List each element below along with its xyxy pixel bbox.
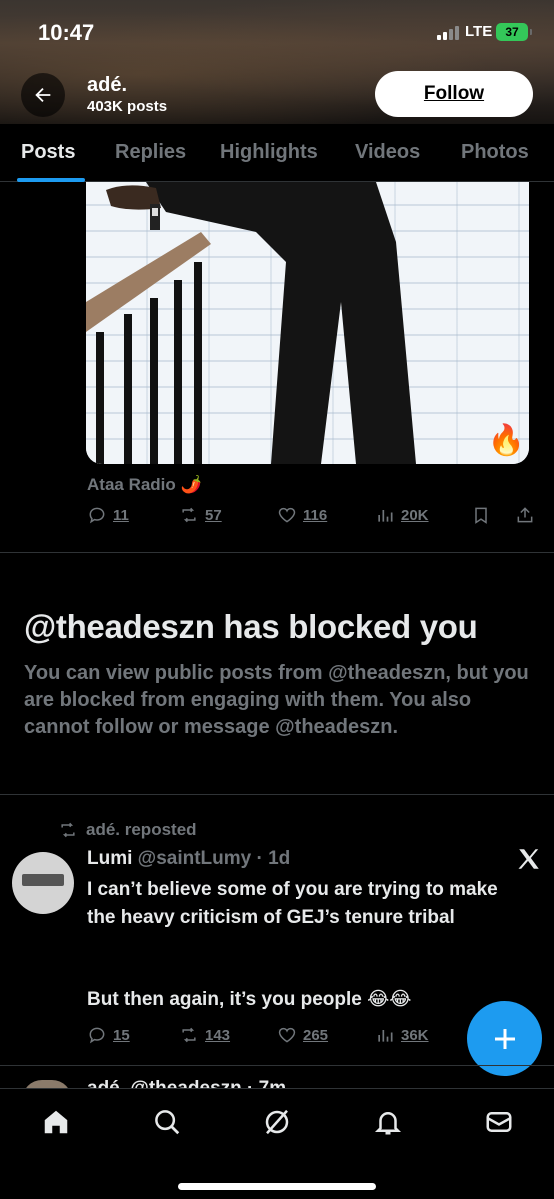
back-button[interactable]	[21, 73, 65, 117]
reply-icon	[89, 1027, 105, 1044]
post-text-continued: But then again, it’s you people 😂😂	[87, 989, 412, 1010]
arrow-left-icon	[35, 87, 51, 103]
photo-figure	[86, 182, 416, 464]
tab-highlights[interactable]: Highlights	[220, 141, 318, 164]
bookmark-icon	[475, 507, 487, 524]
reply-count: 11	[113, 506, 129, 524]
like-icon	[278, 1027, 296, 1043]
post1-actions: 11 57 116 20K	[87, 505, 537, 529]
follow-button[interactable]: Follow	[375, 71, 533, 117]
post-divider	[0, 1065, 554, 1066]
views-button[interactable]: 36K	[375, 1025, 429, 1045]
profile-tabs: Posts Replies Highlights Videos Photos	[0, 124, 554, 182]
like-icon	[278, 507, 296, 523]
tab-photos[interactable]: Photos	[461, 141, 529, 164]
avatar[interactable]	[12, 852, 74, 914]
views-icon	[378, 1030, 393, 1042]
signal-icon	[437, 26, 459, 40]
views-button[interactable]: 20K	[375, 505, 429, 525]
status-time: 10:47	[38, 20, 95, 45]
profile-name: adé.	[87, 74, 128, 96]
views-count: 36K	[401, 1026, 429, 1044]
views-count: 20K	[401, 506, 429, 524]
repost-count: 57	[205, 506, 222, 524]
like-count: 265	[303, 1026, 329, 1044]
home-icon[interactable]	[41, 1107, 71, 1137]
blocked-title: @theadeszn has blocked you	[24, 608, 478, 645]
repost-count: 143	[205, 1026, 231, 1044]
views-icon	[378, 510, 393, 522]
section-divider	[0, 794, 554, 795]
bell-icon[interactable]	[373, 1107, 403, 1137]
post-text: I can’t believe some of you are trying t…	[87, 879, 498, 928]
blocked-description: You can view public posts from @theadesz…	[24, 662, 529, 738]
active-tab-indicator	[17, 178, 85, 182]
author-name: Lumi	[87, 848, 133, 869]
like-button[interactable]: 116	[277, 505, 327, 525]
home-indicator	[178, 1183, 376, 1190]
post-author[interactable]: Lumi @saintLumy · 1d	[87, 848, 290, 870]
bookmark-button[interactable]	[471, 505, 491, 525]
grok-icon[interactable]	[262, 1107, 292, 1137]
bottom-navigation	[0, 1088, 554, 1199]
tab-replies[interactable]: Replies	[115, 141, 186, 164]
tab-videos[interactable]: Videos	[355, 141, 420, 164]
share-button[interactable]	[515, 505, 535, 525]
repost-button[interactable]: 143	[179, 1025, 230, 1045]
post-source-label[interactable]: Ataa Radio 🌶️	[87, 475, 202, 495]
tab-posts[interactable]: Posts	[21, 141, 75, 164]
search-icon[interactable]	[152, 1107, 182, 1137]
repost-indicator[interactable]: adé. reposted	[58, 820, 197, 840]
post-divider	[0, 552, 554, 553]
repost-icon	[182, 1027, 196, 1043]
repost-icon	[61, 822, 75, 838]
reply-icon	[89, 507, 105, 524]
status-bar: 10:47 LTE 37	[0, 0, 554, 64]
network-label: LTE	[465, 23, 493, 40]
plus-icon	[494, 1028, 515, 1049]
battery-icon: 37	[496, 23, 532, 41]
x-logo-icon[interactable]	[516, 846, 542, 872]
author-handle: @saintLumy · 1d	[137, 848, 291, 869]
mail-icon[interactable]	[484, 1107, 514, 1137]
profile-post-count: 403K posts	[87, 98, 168, 115]
reply-count: 15	[113, 1026, 130, 1044]
reply-button[interactable]: 15	[87, 1025, 130, 1045]
repost-button[interactable]: 57	[179, 505, 222, 525]
post-media-image[interactable]: 🔥	[86, 182, 529, 464]
share-icon	[517, 507, 533, 523]
reply-button[interactable]: 11	[87, 505, 129, 525]
repost-label: adé. reposted	[86, 820, 197, 839]
fire-badge-icon: 🔥	[487, 424, 525, 457]
repost-icon	[182, 507, 196, 523]
like-button[interactable]: 265	[277, 1025, 328, 1045]
profile-header: adé. 403K posts Follow	[0, 68, 554, 122]
like-count: 116	[303, 506, 328, 524]
